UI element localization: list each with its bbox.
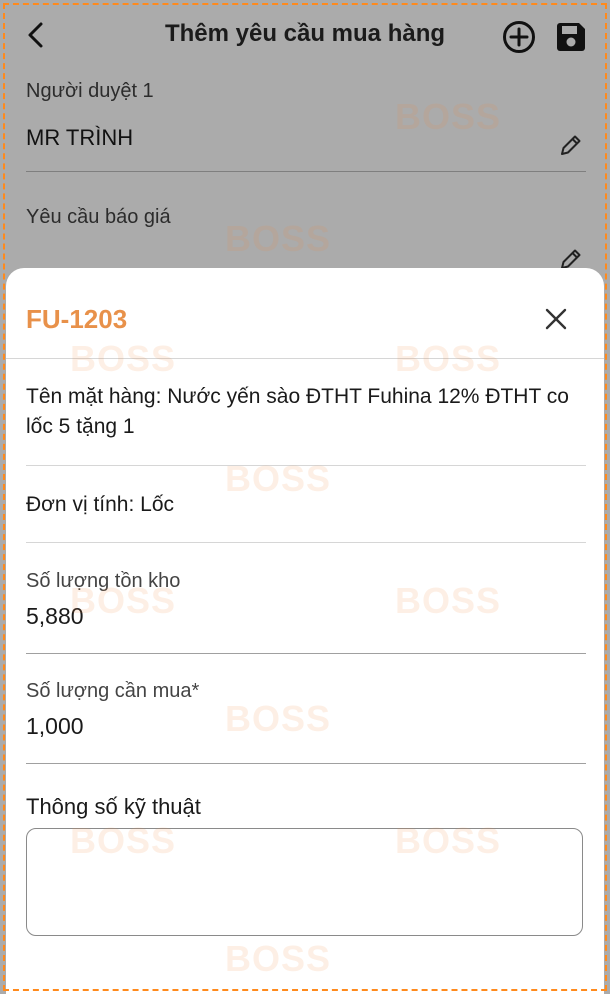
save-icon[interactable] [554,20,588,54]
row-divider [26,465,586,466]
app-header: Thêm yêu cầu mua hàng [0,0,610,70]
approver-field[interactable]: Người duyệt 1 MR TRÌNH [26,80,586,151]
spec-textarea[interactable] [26,828,583,936]
item-detail-sheet: FU-1203 Tên mặt hàng: Nước yến sào ĐTHT … [6,268,604,994]
quantity-underline [26,763,586,764]
stock-underline [26,653,586,654]
stock-field: Số lượng tồn kho 5,880 [26,570,586,630]
unit-text: Đơn vị tính: Lốc [26,493,175,516]
item-name-text: Tên mặt hàng: Nước yến sào ĐTHT Fuhina 1… [26,385,569,438]
quote-request-field[interactable]: Yêu cầu báo giá [26,206,586,229]
close-icon[interactable] [541,304,571,334]
approver-label: Người duyệt 1 [26,80,154,102]
quote-request-label: Yêu cầu báo giá [26,206,171,228]
row-divider [26,542,586,543]
quantity-label: Số lượng cần mua* [26,680,200,702]
spec-label: Thông số kỹ thuật [26,794,201,819]
approver-value: MR TRÌNH [26,125,134,150]
item-code: FU-1203 [26,304,128,334]
quantity-field[interactable]: Số lượng cần mua* 1,000 [26,680,586,740]
approver-underline [26,171,586,172]
edit-pencil-icon[interactable] [558,132,584,158]
stock-label: Số lượng tồn kho [26,570,181,592]
add-circle-icon[interactable] [502,20,536,54]
quantity-input[interactable]: 1,000 [26,713,586,740]
sheet-header-divider [6,358,604,359]
stock-value: 5,880 [26,603,84,629]
